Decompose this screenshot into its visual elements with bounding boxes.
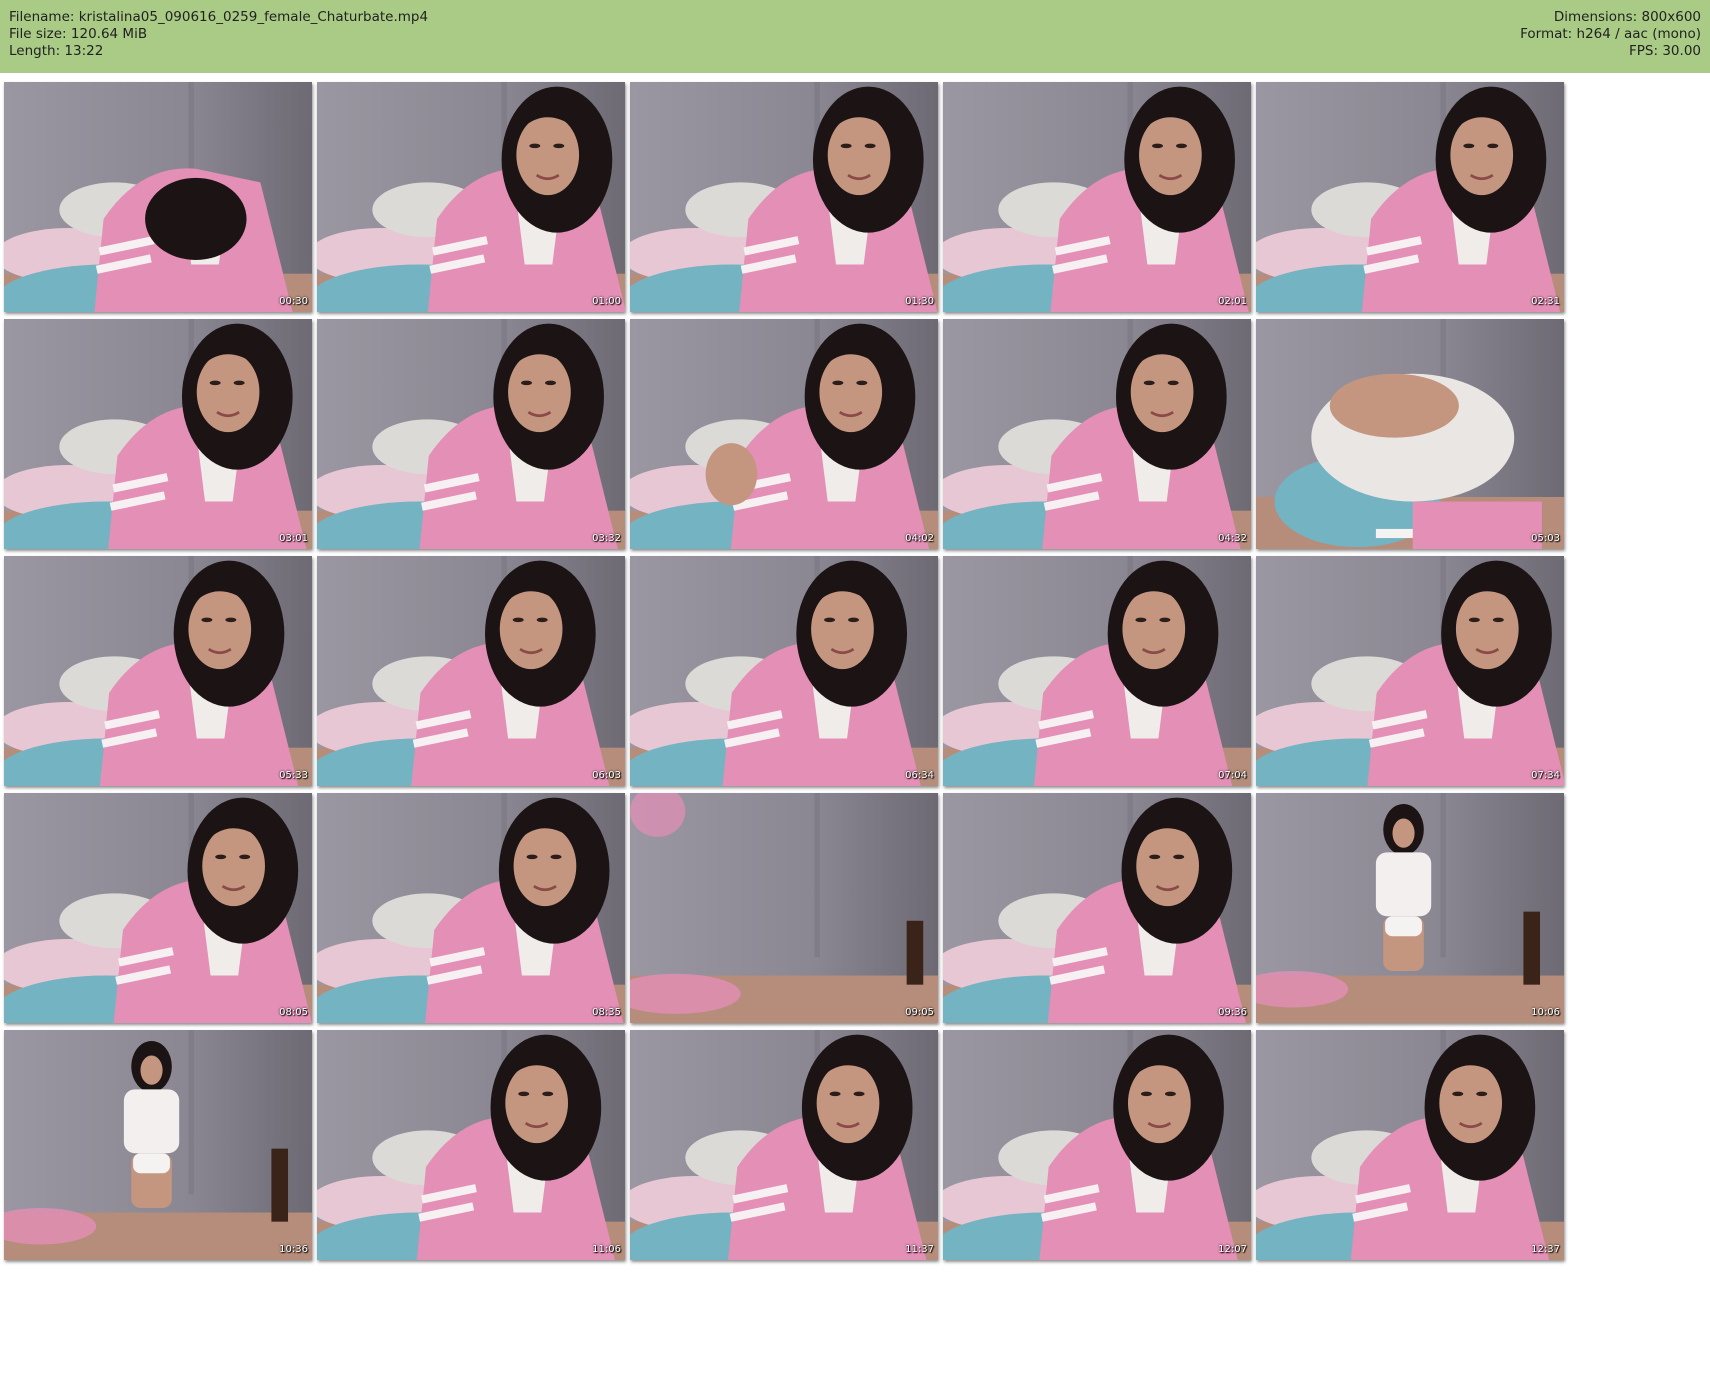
video-thumbnail: 11:06 [317,1030,625,1260]
video-thumbnail: 04:32 [943,319,1251,549]
video-thumbnail: 04:02 [630,319,938,549]
thumbnail-timestamp: 06:03 [592,770,621,781]
thumbnail-frame-image [630,793,938,1023]
fps-label: FPS: 30.00 [1629,43,1701,59]
thumbnail-frame-image [317,1030,625,1260]
thumbnail-timestamp: 12:37 [1531,1244,1560,1255]
video-thumbnail: 10:06 [1256,793,1564,1023]
thumbnail-timestamp: 02:31 [1531,296,1560,307]
thumbnail-frame-image [317,82,625,312]
thumbnail-frame-image [4,82,312,312]
thumbnail-timestamp: 01:00 [592,296,621,307]
thumbnail-timestamp: 10:36 [279,1244,308,1255]
thumbnail-frame-image [4,556,312,786]
video-thumbnail: 09:05 [630,793,938,1023]
dimensions-label: Dimensions: 800x600 [1553,9,1701,25]
video-thumbnail: 05:03 [1256,319,1564,549]
file-info: Filename: kristalina05_090616_0259_femal… [9,9,428,60]
video-thumbnail: 00:30 [4,82,312,312]
thumbnail-timestamp: 06:34 [905,770,934,781]
thumbnail-timestamp: 05:33 [279,770,308,781]
thumbnail-timestamp: 09:36 [1218,1007,1247,1018]
thumbnail-timestamp: 07:04 [1218,770,1247,781]
thumbnail-frame-image [630,82,938,312]
thumbnail-timestamp: 12:07 [1218,1244,1247,1255]
thumbnail-timestamp: 11:06 [592,1244,621,1255]
thumbnail-timestamp: 00:30 [279,296,308,307]
thumbnail-frame-image [943,319,1251,549]
thumbnail-frame-image [630,319,938,549]
thumbnail-frame-image [4,793,312,1023]
thumbnail-frame-image [943,793,1251,1023]
thumbnail-timestamp: 08:05 [279,1007,308,1018]
thumbnail-timestamp: 10:06 [1531,1007,1560,1018]
thumbnail-timestamp: 11:37 [905,1244,934,1255]
thumbnail-frame-image [1256,319,1564,549]
video-thumbnail: 08:05 [4,793,312,1023]
thumbnail-frame-image [630,556,938,786]
video-thumbnail: 05:33 [4,556,312,786]
thumbnail-frame-image [630,1030,938,1260]
video-thumbnail: 06:03 [317,556,625,786]
thumbnail-timestamp: 04:02 [905,533,934,544]
video-thumbnail: 06:34 [630,556,938,786]
thumbnail-timestamp: 01:30 [905,296,934,307]
thumbnail-frame-image [1256,793,1564,1023]
video-thumbnail: 07:34 [1256,556,1564,786]
thumbnail-timestamp: 05:03 [1531,533,1560,544]
thumbnail-grid: 00:30 01:00 01:30 02:01 02:31 03:01 03:32 04:02… [4,82,1708,1372]
thumbnail-frame-image [1256,1030,1564,1260]
video-thumbnail: 02:01 [943,82,1251,312]
video-thumbnail: 02:31 [1256,82,1564,312]
video-thumbnail: 01:00 [317,82,625,312]
info-header: Filename: kristalina05_090616_0259_femal… [0,0,1710,73]
thumbnail-timestamp: 02:01 [1218,296,1247,307]
thumbnail-frame-image [4,1030,312,1260]
format-label: Format: h264 / aac (mono) [1520,26,1701,42]
thumbnail-frame-image [317,556,625,786]
thumbnail-timestamp: 09:05 [905,1007,934,1018]
video-thumbnail: 07:04 [943,556,1251,786]
video-thumbnail: 01:30 [630,82,938,312]
length-label: Length: 13:22 [9,43,104,59]
thumbnail-timestamp: 08:35 [592,1007,621,1018]
video-thumbnail: 08:35 [317,793,625,1023]
video-thumbnail: 03:01 [4,319,312,549]
thumbnail-frame-image [317,793,625,1023]
thumbnail-frame-image [4,319,312,549]
thumbnail-frame-image [317,319,625,549]
filesize-label: File size: 120.64 MiB [9,26,148,42]
video-thumbnail: 03:32 [317,319,625,549]
thumbnail-timestamp: 04:32 [1218,533,1247,544]
thumbnail-frame-image [1256,82,1564,312]
video-thumbnail: 10:36 [4,1030,312,1260]
thumbnail-timestamp: 07:34 [1531,770,1560,781]
thumbnail-frame-image [943,82,1251,312]
video-thumbnail: 09:36 [943,793,1251,1023]
thumbnail-frame-image [943,556,1251,786]
stream-info: Dimensions: 800x600 Format: h264 / aac (… [1520,9,1701,60]
thumbnail-timestamp: 03:32 [592,533,621,544]
filename-label: Filename: kristalina05_090616_0259_femal… [9,9,429,25]
thumbnail-timestamp: 03:01 [279,533,308,544]
video-thumbnail: 12:07 [943,1030,1251,1260]
thumbnail-frame-image [1256,556,1564,786]
thumbnail-frame-image [943,1030,1251,1260]
video-thumbnail: 11:37 [630,1030,938,1260]
video-thumbnail: 12:37 [1256,1030,1564,1260]
